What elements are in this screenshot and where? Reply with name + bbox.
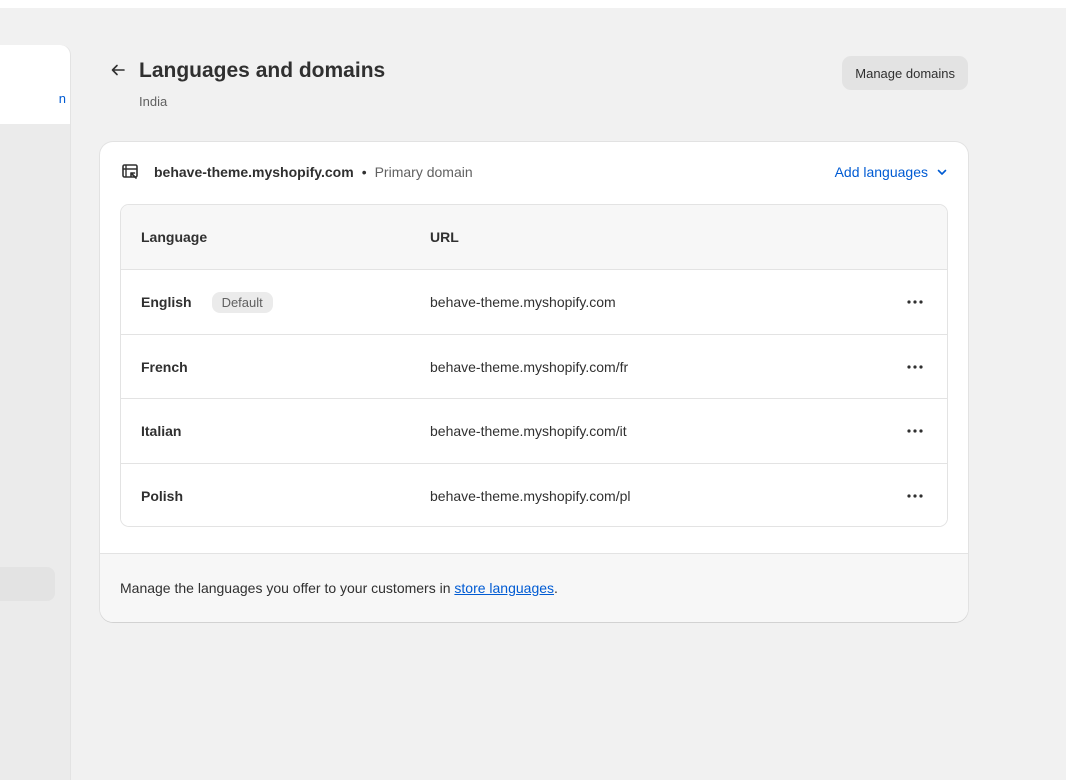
row-actions-button[interactable]	[903, 355, 927, 379]
add-languages-button[interactable]: Add languages	[835, 164, 948, 180]
back-button[interactable]	[108, 60, 130, 82]
language-cell: Polish	[141, 464, 184, 527]
more-horizontal-icon	[907, 300, 923, 304]
url-cell: behave-theme.myshopify.com/fr	[430, 358, 629, 375]
row-actions-button[interactable]	[903, 419, 927, 443]
row-actions-button[interactable]	[903, 290, 927, 314]
footer-text-before: Manage the languages you offer to your c…	[120, 580, 455, 596]
column-header-language: Language	[141, 229, 208, 245]
url-cell: behave-theme.myshopify.com/pl	[430, 487, 631, 504]
default-badge: Default	[211, 291, 273, 313]
sidebar-item-label: n	[58, 91, 66, 106]
table-row[interactable]: French behave-theme.myshopify.com/fr	[121, 334, 947, 399]
language-cell: French	[141, 335, 188, 399]
manage-domains-button[interactable]: Manage domains	[842, 56, 968, 90]
chevron-down-icon	[937, 169, 947, 175]
arrow-left-icon	[111, 64, 125, 76]
table-row[interactable]: English Default behave-theme.myshopify.c…	[121, 270, 947, 335]
footer-text-after: .	[554, 580, 558, 596]
url-cell: behave-theme.myshopify.com/it	[430, 423, 627, 439]
languages-table: Language URL English Default behave-them…	[120, 204, 948, 527]
language-name: French	[141, 358, 188, 375]
row-actions-button[interactable]	[903, 484, 927, 508]
more-horizontal-icon	[907, 364, 923, 369]
page-header: Languages and domains India Manage domai…	[108, 56, 968, 118]
table-row[interactable]: Italian behave-theme.myshopify.com/it	[121, 399, 947, 464]
domain-icon	[122, 164, 138, 179]
sidebar: n	[0, 45, 71, 780]
page-title: Languages and domains	[139, 59, 386, 82]
language-name: Polish	[141, 487, 184, 504]
language-cell: Italian	[141, 399, 181, 463]
domain-separator: •	[361, 164, 367, 180]
more-horizontal-icon	[907, 429, 923, 433]
top-bar	[0, 0, 1066, 8]
primary-domain-label: Primary domain	[374, 164, 473, 180]
table-header: Language URL	[121, 205, 947, 270]
domain-card: behave-theme.myshopify.com • Primary dom…	[100, 142, 968, 622]
url-cell: behave-theme.myshopify.com	[430, 294, 616, 310]
language-cell: English Default	[141, 270, 273, 334]
more-horizontal-icon	[907, 493, 923, 498]
language-name: English	[141, 294, 192, 310]
language-name: Italian	[141, 423, 182, 439]
table-row[interactable]: Polish behave-theme.myshopify.com/pl	[121, 463, 947, 527]
page-subtitle: India	[139, 94, 168, 109]
store-languages-link[interactable]: store languages	[454, 580, 554, 596]
card-footer: Manage the languages you offer to your c…	[100, 553, 968, 622]
domain-header: behave-theme.myshopify.com • Primary dom…	[120, 160, 948, 184]
domain-name: behave-theme.myshopify.com	[154, 164, 354, 180]
footer-text: Manage the languages you offer to your c…	[120, 554, 558, 622]
column-header-url: URL	[430, 229, 459, 245]
add-languages-label: Add languages	[834, 164, 928, 180]
sidebar-item-selected[interactable]	[0, 567, 55, 601]
sidebar-item-active[interactable]: n	[0, 45, 70, 124]
